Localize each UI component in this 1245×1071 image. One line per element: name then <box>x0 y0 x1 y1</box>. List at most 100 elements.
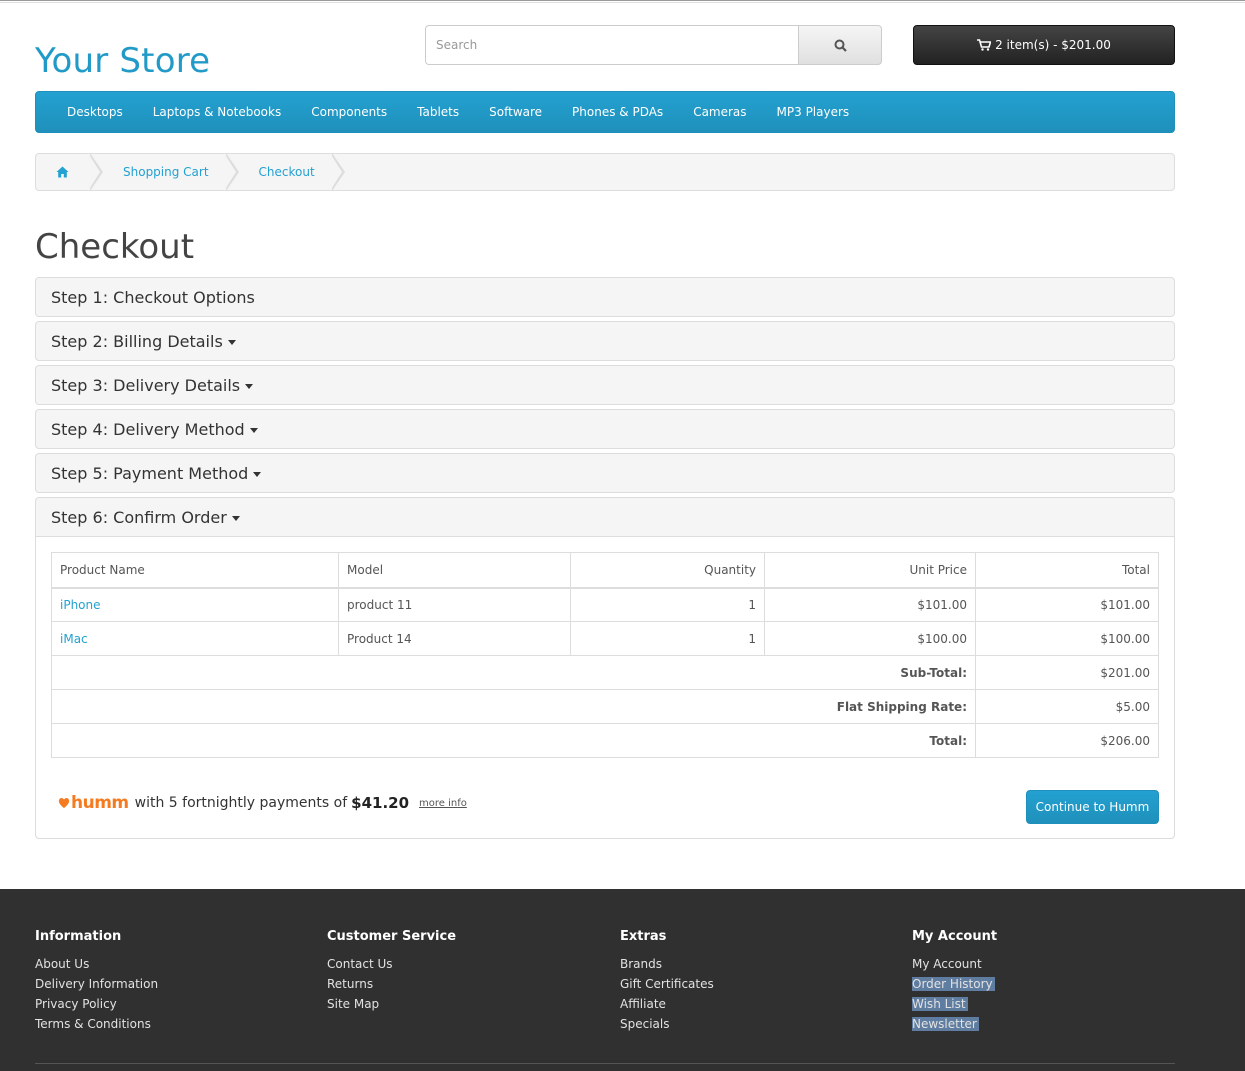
table-row: iPhone product 11 1 $101.00 $101.00 <box>51 587 1159 622</box>
footer-divider <box>35 1063 1175 1064</box>
caret-down-icon <box>231 515 240 521</box>
search-icon <box>834 39 847 52</box>
footer-heading: Extras <box>620 929 667 944</box>
footer-information: Information About Us Delivery Informatio… <box>35 929 158 1034</box>
search-input[interactable] <box>425 25 798 65</box>
footer-link-delivery[interactable]: Delivery Information <box>35 974 158 994</box>
footer-link-terms[interactable]: Terms & Conditions <box>35 1014 158 1034</box>
col-product-name: Product Name <box>51 552 339 589</box>
step-1-panel: Step 1: Checkout Options <box>35 277 1175 317</box>
footer-link-site-map[interactable]: Site Map <box>327 994 456 1014</box>
window-top-border <box>0 0 1245 3</box>
page-title: Checkout <box>35 227 195 267</box>
quantity-cell: 1 <box>570 587 765 622</box>
footer-link-brands[interactable]: Brands <box>620 954 714 974</box>
humm-description: with 5 fortnightly payments of <box>134 795 348 811</box>
cart-button[interactable]: 2 item(s) - $201.00 <box>913 25 1175 65</box>
total-cell: $100.00 <box>975 621 1159 656</box>
table-row: iMac Product 14 1 $100.00 $100.00 <box>51 621 1159 656</box>
humm-amount: $41.20 <box>351 794 410 812</box>
order-table: Product Name Model Quantity Unit Price T… <box>51 552 1159 758</box>
step-2-panel: Step 2: Billing Details <box>35 321 1175 361</box>
home-icon <box>56 166 69 178</box>
store-logo[interactable]: Your Store <box>35 41 210 81</box>
main-menu: Desktops Laptops & Notebooks Components … <box>35 91 1175 133</box>
unit-price-cell: $100.00 <box>764 621 976 656</box>
col-unit-price: Unit Price <box>764 552 976 589</box>
footer-link-specials[interactable]: Specials <box>620 1014 714 1034</box>
caret-down-icon <box>249 427 258 433</box>
step-1-heading[interactable]: Step 1: Checkout Options <box>36 278 1174 316</box>
step-4-heading[interactable]: Step 4: Delivery Method <box>36 410 1174 448</box>
footer-heading: Customer Service <box>327 929 457 944</box>
shipping-value: $5.00 <box>975 689 1159 724</box>
step-2-heading[interactable]: Step 2: Billing Details <box>36 322 1174 360</box>
menu-item-laptops[interactable]: Laptops & Notebooks <box>138 105 296 119</box>
footer-heading: Information <box>35 929 122 944</box>
footer-my-account: My Account My Account Order History Wish… <box>912 929 997 1034</box>
humm-mark-icon <box>58 798 70 808</box>
breadcrumb-checkout[interactable]: Checkout <box>237 153 345 191</box>
product-name-cell: iMac <box>51 621 339 656</box>
footer-link-newsletter[interactable]: Newsletter <box>912 1014 997 1034</box>
menu-item-software[interactable]: Software <box>474 105 557 119</box>
more-info-link[interactable]: more info <box>419 798 467 809</box>
product-name-cell: iPhone <box>51 587 339 622</box>
menu-item-tablets[interactable]: Tablets <box>402 105 474 119</box>
step-3-heading[interactable]: Step 3: Delivery Details <box>36 366 1174 404</box>
breadcrumb: Shopping Cart Checkout <box>35 153 1175 191</box>
menu-item-desktops[interactable]: Desktops <box>52 105 138 119</box>
step-5-heading[interactable]: Step 5: Payment Method <box>36 454 1174 492</box>
caret-down-icon <box>245 383 254 389</box>
search-bar <box>425 25 882 65</box>
step-5-panel: Step 5: Payment Method <box>35 453 1175 493</box>
footer-link-my-account[interactable]: My Account <box>912 954 997 974</box>
total-label: Total: <box>51 723 976 758</box>
subtotal-label: Sub-Total: <box>51 655 976 690</box>
footer-link-about-us[interactable]: About Us <box>35 954 158 974</box>
footer-link-affiliate[interactable]: Affiliate <box>620 994 714 1014</box>
breadcrumb-shopping-cart[interactable]: Shopping Cart <box>101 153 239 191</box>
col-quantity: Quantity <box>570 552 765 589</box>
total-row: Total: $206.00 <box>51 723 1159 758</box>
caret-down-icon <box>227 339 236 345</box>
shipping-row: Flat Shipping Rate: $5.00 <box>51 689 1159 724</box>
menu-item-mp3-players[interactable]: MP3 Players <box>762 105 865 119</box>
footer-extras: Extras Brands Gift Certificates Affiliat… <box>620 929 714 1034</box>
menu-item-components[interactable]: Components <box>296 105 402 119</box>
search-button[interactable] <box>798 25 882 65</box>
continue-to-humm-button[interactable]: Continue to Humm <box>1026 790 1159 824</box>
step-3-panel: Step 3: Delivery Details <box>35 365 1175 405</box>
cart-label: 2 item(s) - $201.00 <box>995 38 1111 52</box>
footer: Information About Us Delivery Informatio… <box>0 889 1245 1071</box>
caret-down-icon <box>253 471 262 477</box>
footer-heading: My Account <box>912 929 998 944</box>
quantity-cell: 1 <box>570 621 765 656</box>
table-header-row: Product Name Model Quantity Unit Price T… <box>51 552 1159 589</box>
footer-link-order-history[interactable]: Order History <box>912 974 997 994</box>
menu-item-cameras[interactable]: Cameras <box>678 105 761 119</box>
col-total: Total <box>975 552 1159 589</box>
cart-icon <box>977 39 992 51</box>
unit-price-cell: $101.00 <box>764 587 976 622</box>
confirm-order-body: Product Name Model Quantity Unit Price T… <box>36 536 1174 838</box>
model-cell: product 11 <box>338 587 571 622</box>
shipping-label: Flat Shipping Rate: <box>51 689 976 724</box>
footer-link-wish-list[interactable]: Wish List <box>912 994 997 1014</box>
footer-link-gift-certificates[interactable]: Gift Certificates <box>620 974 714 994</box>
col-model: Model <box>338 552 571 589</box>
model-cell: Product 14 <box>338 621 571 656</box>
footer-link-returns[interactable]: Returns <box>327 974 456 994</box>
humm-widget: humm with 5 fortnightly payments of $41.… <box>57 793 467 813</box>
subtotal-row: Sub-Total: $201.00 <box>51 655 1159 690</box>
subtotal-value: $201.00 <box>975 655 1159 690</box>
total-value: $206.00 <box>975 723 1159 758</box>
menu-item-phones[interactable]: Phones & PDAs <box>557 105 678 119</box>
footer-link-contact[interactable]: Contact Us <box>327 954 456 974</box>
footer-link-privacy[interactable]: Privacy Policy <box>35 994 158 1014</box>
product-link[interactable]: iMac <box>60 632 88 646</box>
breadcrumb-home[interactable] <box>36 153 103 191</box>
humm-logo: humm <box>57 793 129 813</box>
product-link[interactable]: iPhone <box>60 598 101 612</box>
step-6-heading[interactable]: Step 6: Confirm Order <box>36 498 1174 536</box>
